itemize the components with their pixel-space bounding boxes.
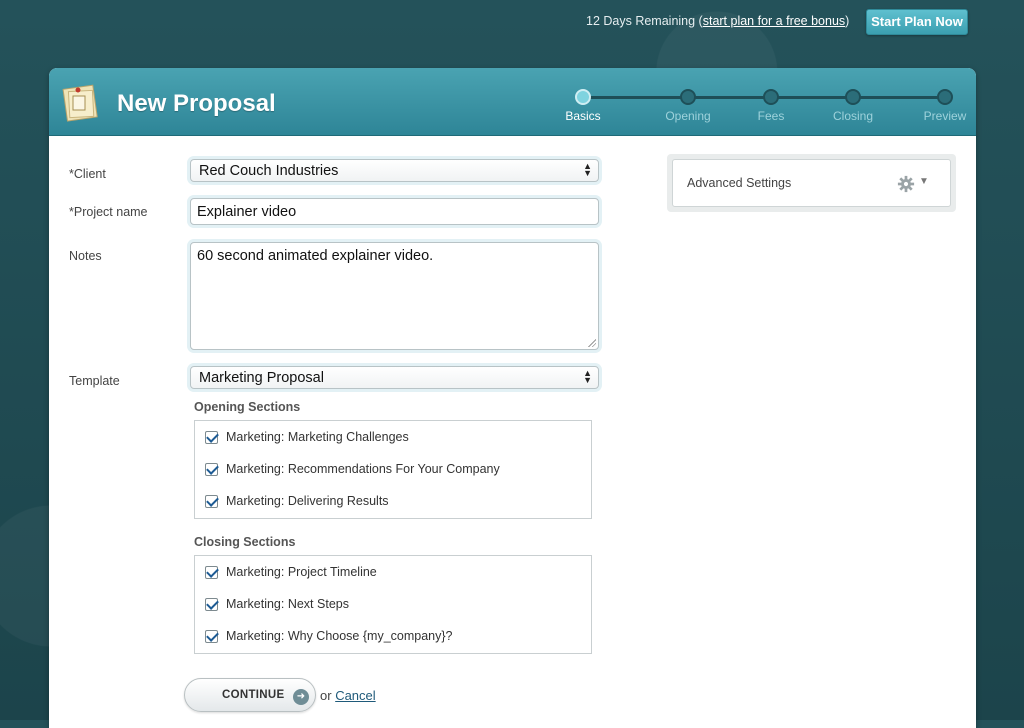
step-dot — [680, 89, 696, 105]
page-title: New Proposal — [117, 90, 276, 117]
client-selected-value: Red Couch Industries — [199, 163, 339, 179]
continue-label: CONTINUE — [222, 689, 285, 701]
opening-section-item: Marketing: Delivering Results — [195, 485, 591, 517]
top-bar: 12 Days Remaining (start plan for a free… — [0, 0, 1024, 44]
advanced-settings-label: Advanced Settings — [687, 176, 792, 190]
closing-section-item: Marketing: Why Choose {my_company}? — [195, 620, 591, 652]
opening-section-label: Marketing: Marketing Challenges — [226, 430, 409, 444]
notes-textarea[interactable]: 60 second animated explainer video. — [190, 242, 599, 350]
step-label: Closing — [832, 109, 874, 123]
closing-section-item: Marketing: Next Steps — [195, 588, 591, 620]
checkbox[interactable] — [205, 565, 218, 579]
template-label: Template — [69, 374, 120, 388]
step-opening[interactable]: Opening — [648, 88, 728, 123]
step-label: Fees — [757, 109, 785, 123]
start-plan-now-button[interactable]: Start Plan Now — [866, 9, 968, 35]
notes-value: 60 second animated explainer video. — [197, 248, 434, 264]
step-dot — [763, 89, 779, 105]
step-label: Preview — [923, 109, 967, 123]
step-label: Basics — [565, 109, 601, 123]
new-proposal-panel: New Proposal Basics Opening Fees Closing — [49, 68, 976, 728]
closing-section-item: Marketing: Project Timeline — [195, 556, 591, 588]
document-icon — [62, 84, 98, 122]
arrow-right-icon: ➜ — [293, 689, 309, 705]
cancel-link[interactable]: Cancel — [335, 688, 375, 703]
trial-status: 12 Days Remaining (start plan for a free… — [586, 14, 849, 28]
closing-section-label: Marketing: Why Choose {my_company}? — [226, 629, 453, 643]
opening-sections-list: Marketing: Marketing Challenges Marketin… — [194, 420, 592, 519]
or-text: or — [320, 688, 332, 703]
project-name-label: *Project name — [69, 205, 148, 219]
checkbox[interactable] — [205, 597, 218, 611]
opening-sections-title: Opening Sections — [194, 400, 301, 414]
notes-label: Notes — [69, 249, 102, 263]
cancel-row: or Cancel — [320, 688, 376, 703]
step-dot — [845, 89, 861, 105]
caret-down-icon: ▼ — [919, 176, 929, 187]
select-arrows-icon: ▲ ▼ — [583, 368, 592, 385]
checkbox[interactable] — [205, 494, 218, 508]
step-basics[interactable]: Basics — [543, 88, 623, 123]
start-plan-bonus-link[interactable]: start plan for a free bonus — [703, 14, 845, 28]
project-name-value: Explainer video — [197, 204, 297, 220]
closing-section-label: Marketing: Project Timeline — [226, 565, 377, 579]
progress-stepper: Basics Opening Fees Closing Preview — [557, 88, 967, 128]
resize-grip-icon[interactable] — [588, 339, 596, 347]
panel-header: New Proposal Basics Opening Fees Closing — [49, 68, 976, 136]
step-dot — [575, 89, 591, 105]
gear-icon — [897, 175, 915, 193]
opening-section-item: Marketing: Recommendations For Your Comp… — [195, 453, 591, 485]
checkbox[interactable] — [205, 629, 218, 643]
client-select[interactable]: Red Couch Industries ▲ ▼ — [190, 159, 599, 182]
opening-section-item: Marketing: Marketing Challenges — [195, 421, 591, 453]
closing-sections-list: Marketing: Project Timeline Marketing: N… — [194, 555, 592, 654]
step-closing[interactable]: Closing — [813, 88, 893, 123]
advanced-settings-panel: Advanced Settings ▼ — [667, 154, 956, 212]
template-selected-value: Marketing Proposal — [199, 370, 324, 386]
step-preview[interactable]: Preview — [905, 88, 976, 123]
client-label: *Client — [69, 167, 106, 181]
step-label: Opening — [665, 109, 711, 123]
trial-remaining-text: 12 Days Remaining ( — [586, 14, 703, 28]
closing-section-label: Marketing: Next Steps — [226, 597, 349, 611]
select-arrows-icon: ▲ ▼ — [583, 161, 592, 178]
template-select[interactable]: Marketing Proposal ▲ ▼ — [190, 366, 599, 389]
step-fees[interactable]: Fees — [731, 88, 811, 123]
project-name-field[interactable]: Explainer video — [190, 198, 599, 225]
checkbox[interactable] — [205, 430, 218, 444]
step-dot — [937, 89, 953, 105]
closing-sections-title: Closing Sections — [194, 535, 296, 549]
advanced-settings-toggle[interactable]: Advanced Settings ▼ — [672, 159, 951, 207]
checkbox[interactable] — [205, 462, 218, 476]
continue-button[interactable]: CONTINUE ➜ — [184, 678, 316, 712]
opening-section-label: Marketing: Delivering Results — [226, 494, 389, 508]
opening-section-label: Marketing: Recommendations For Your Comp… — [226, 462, 500, 476]
trial-suffix-text: ) — [845, 14, 850, 28]
